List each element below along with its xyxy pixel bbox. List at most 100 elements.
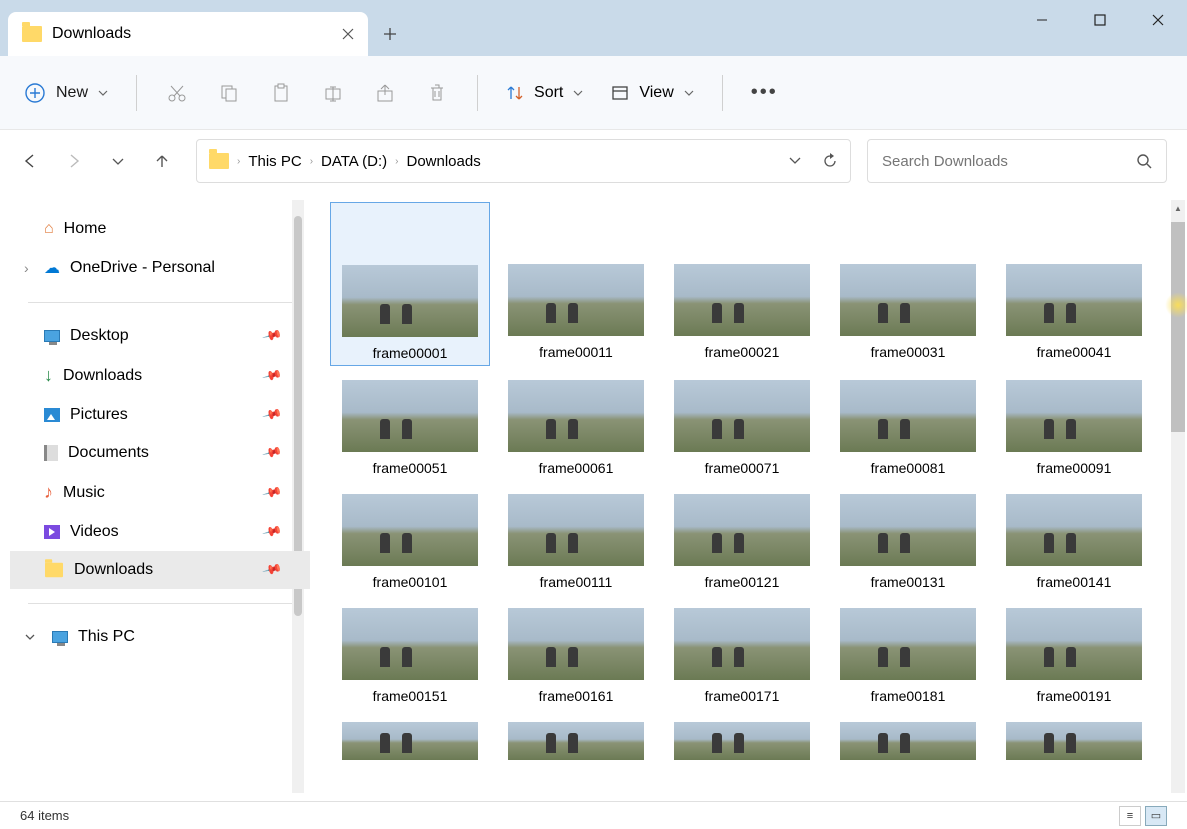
pin-icon[interactable]: 📌 — [261, 442, 283, 464]
file-item[interactable]: frame00021 — [662, 260, 822, 366]
paste-icon[interactable] — [269, 81, 293, 105]
pin-icon[interactable]: 📌 — [261, 404, 283, 426]
thumbnail — [840, 264, 976, 336]
file-label: frame00161 — [539, 688, 614, 704]
recent-dropdown[interactable] — [108, 151, 128, 171]
rename-icon[interactable] — [321, 81, 345, 105]
pin-icon[interactable]: 📌 — [261, 559, 283, 581]
new-button[interactable]: New — [24, 82, 108, 104]
file-item[interactable] — [330, 718, 490, 772]
back-button[interactable] — [20, 151, 40, 171]
up-button[interactable] — [152, 151, 172, 171]
sidebar-item-home[interactable]: ⌂Home — [10, 210, 310, 248]
file-item[interactable]: frame00031 — [828, 260, 988, 366]
sidebar-item-desktop[interactable]: Desktop📌 — [10, 317, 310, 355]
divider — [477, 75, 478, 111]
sidebar-item-downloads-quick[interactable]: ↓Downloads📌 — [10, 355, 310, 396]
sort-button[interactable]: Sort — [506, 84, 583, 102]
sort-label: Sort — [534, 84, 563, 102]
thumbnails-view-toggle[interactable]: ▭ — [1145, 806, 1167, 826]
search-box[interactable] — [867, 139, 1167, 183]
file-item[interactable]: frame00041 — [994, 260, 1154, 366]
search-icon[interactable] — [1136, 153, 1152, 169]
maximize-button[interactable] — [1071, 0, 1129, 40]
tab-downloads[interactable]: Downloads — [8, 12, 368, 56]
file-item[interactable]: frame00011 — [496, 260, 656, 366]
search-input[interactable] — [882, 153, 1136, 170]
file-label: frame00001 — [373, 345, 448, 361]
file-item[interactable]: frame00061 — [496, 376, 656, 480]
new-tab-button[interactable] — [368, 12, 412, 56]
sidebar-item-music[interactable]: ♪Music📌 — [10, 472, 310, 513]
copy-icon[interactable] — [217, 81, 241, 105]
file-item[interactable]: frame00131 — [828, 490, 988, 594]
file-item[interactable]: frame00151 — [330, 604, 490, 708]
divider — [136, 75, 137, 111]
close-tab-icon[interactable] — [340, 26, 356, 42]
close-button[interactable] — [1129, 0, 1187, 40]
view-button[interactable]: View — [611, 84, 693, 102]
cut-icon[interactable] — [165, 81, 189, 105]
file-label: frame00151 — [373, 688, 448, 704]
thumbnail — [1006, 722, 1142, 760]
file-item[interactable]: frame00071 — [662, 376, 822, 480]
file-item[interactable]: frame00111 — [496, 490, 656, 594]
file-label: frame00091 — [1037, 460, 1112, 476]
file-item[interactable]: frame00101 — [330, 490, 490, 594]
scroll-up-arrow[interactable]: ▲ — [1171, 200, 1185, 216]
file-item[interactable]: frame00121 — [662, 490, 822, 594]
chevron-right-icon: › — [310, 156, 313, 167]
file-item[interactable]: frame00171 — [662, 604, 822, 708]
more-button[interactable]: ••• — [751, 81, 778, 104]
sidebar-label: Documents — [68, 444, 149, 462]
breadcrumb-downloads[interactable]: Downloads — [406, 153, 480, 170]
file-item[interactable] — [828, 718, 988, 772]
file-label: frame00031 — [871, 344, 946, 360]
main-area: ⌂Home ☁OneDrive - Personal Desktop📌 ↓Dow… — [0, 192, 1187, 801]
share-icon[interactable] — [373, 81, 397, 105]
file-item[interactable]: frame00181 — [828, 604, 988, 708]
forward-button[interactable] — [64, 151, 84, 171]
new-label: New — [56, 84, 88, 102]
sidebar-label: Home — [64, 220, 107, 238]
file-item[interactable]: frame00001 — [330, 202, 490, 366]
file-item[interactable]: frame00141 — [994, 490, 1154, 594]
thumbnail — [342, 722, 478, 760]
file-item[interactable] — [662, 718, 822, 772]
sidebar-item-videos[interactable]: Videos📌 — [10, 513, 310, 551]
chevron-down-icon[interactable] — [24, 631, 36, 643]
sidebar-item-documents[interactable]: Documents 📌 — [10, 434, 310, 472]
sidebar-item-onedrive[interactable]: ☁OneDrive - Personal — [10, 248, 310, 288]
pin-icon[interactable]: 📌 — [261, 521, 283, 543]
content-scrollbar-thumb[interactable] — [1171, 222, 1185, 432]
delete-icon[interactable] — [425, 81, 449, 105]
breadcrumb-drive[interactable]: DATA (D:) — [321, 153, 387, 170]
file-item[interactable]: frame00161 — [496, 604, 656, 708]
sidebar-label: OneDrive - Personal — [70, 259, 215, 277]
address-bar[interactable]: › This PC › DATA (D:) › Downloads — [196, 139, 851, 183]
chevron-down-icon — [684, 88, 694, 98]
pin-icon[interactable]: 📌 — [261, 365, 283, 387]
file-label: frame00041 — [1037, 344, 1112, 360]
thumbnail — [508, 380, 644, 452]
pin-icon[interactable]: 📌 — [261, 325, 283, 347]
sidebar-item-this-pc[interactable]: This PC — [10, 618, 310, 656]
file-item[interactable]: frame00091 — [994, 376, 1154, 480]
file-label: frame00021 — [705, 344, 780, 360]
details-view-toggle[interactable]: ≡ — [1119, 806, 1141, 826]
file-item[interactable]: frame00051 — [330, 376, 490, 480]
sidebar-item-pictures[interactable]: Pictures📌 — [10, 396, 310, 434]
pin-icon[interactable]: 📌 — [261, 482, 283, 504]
minimize-button[interactable] — [1013, 0, 1071, 40]
file-item[interactable]: frame00191 — [994, 604, 1154, 708]
file-item[interactable]: frame00081 — [828, 376, 988, 480]
refresh-icon[interactable] — [822, 153, 838, 169]
sidebar-item-downloads[interactable]: Downloads📌 — [10, 551, 310, 589]
breadcrumb-this-pc[interactable]: This PC — [248, 153, 301, 170]
window-controls — [1013, 0, 1187, 40]
file-item[interactable] — [496, 718, 656, 772]
chevron-right-icon: › — [237, 156, 240, 167]
address-row: › This PC › DATA (D:) › Downloads — [0, 130, 1187, 192]
address-dropdown-icon[interactable] — [788, 153, 802, 169]
file-item[interactable] — [994, 718, 1154, 772]
